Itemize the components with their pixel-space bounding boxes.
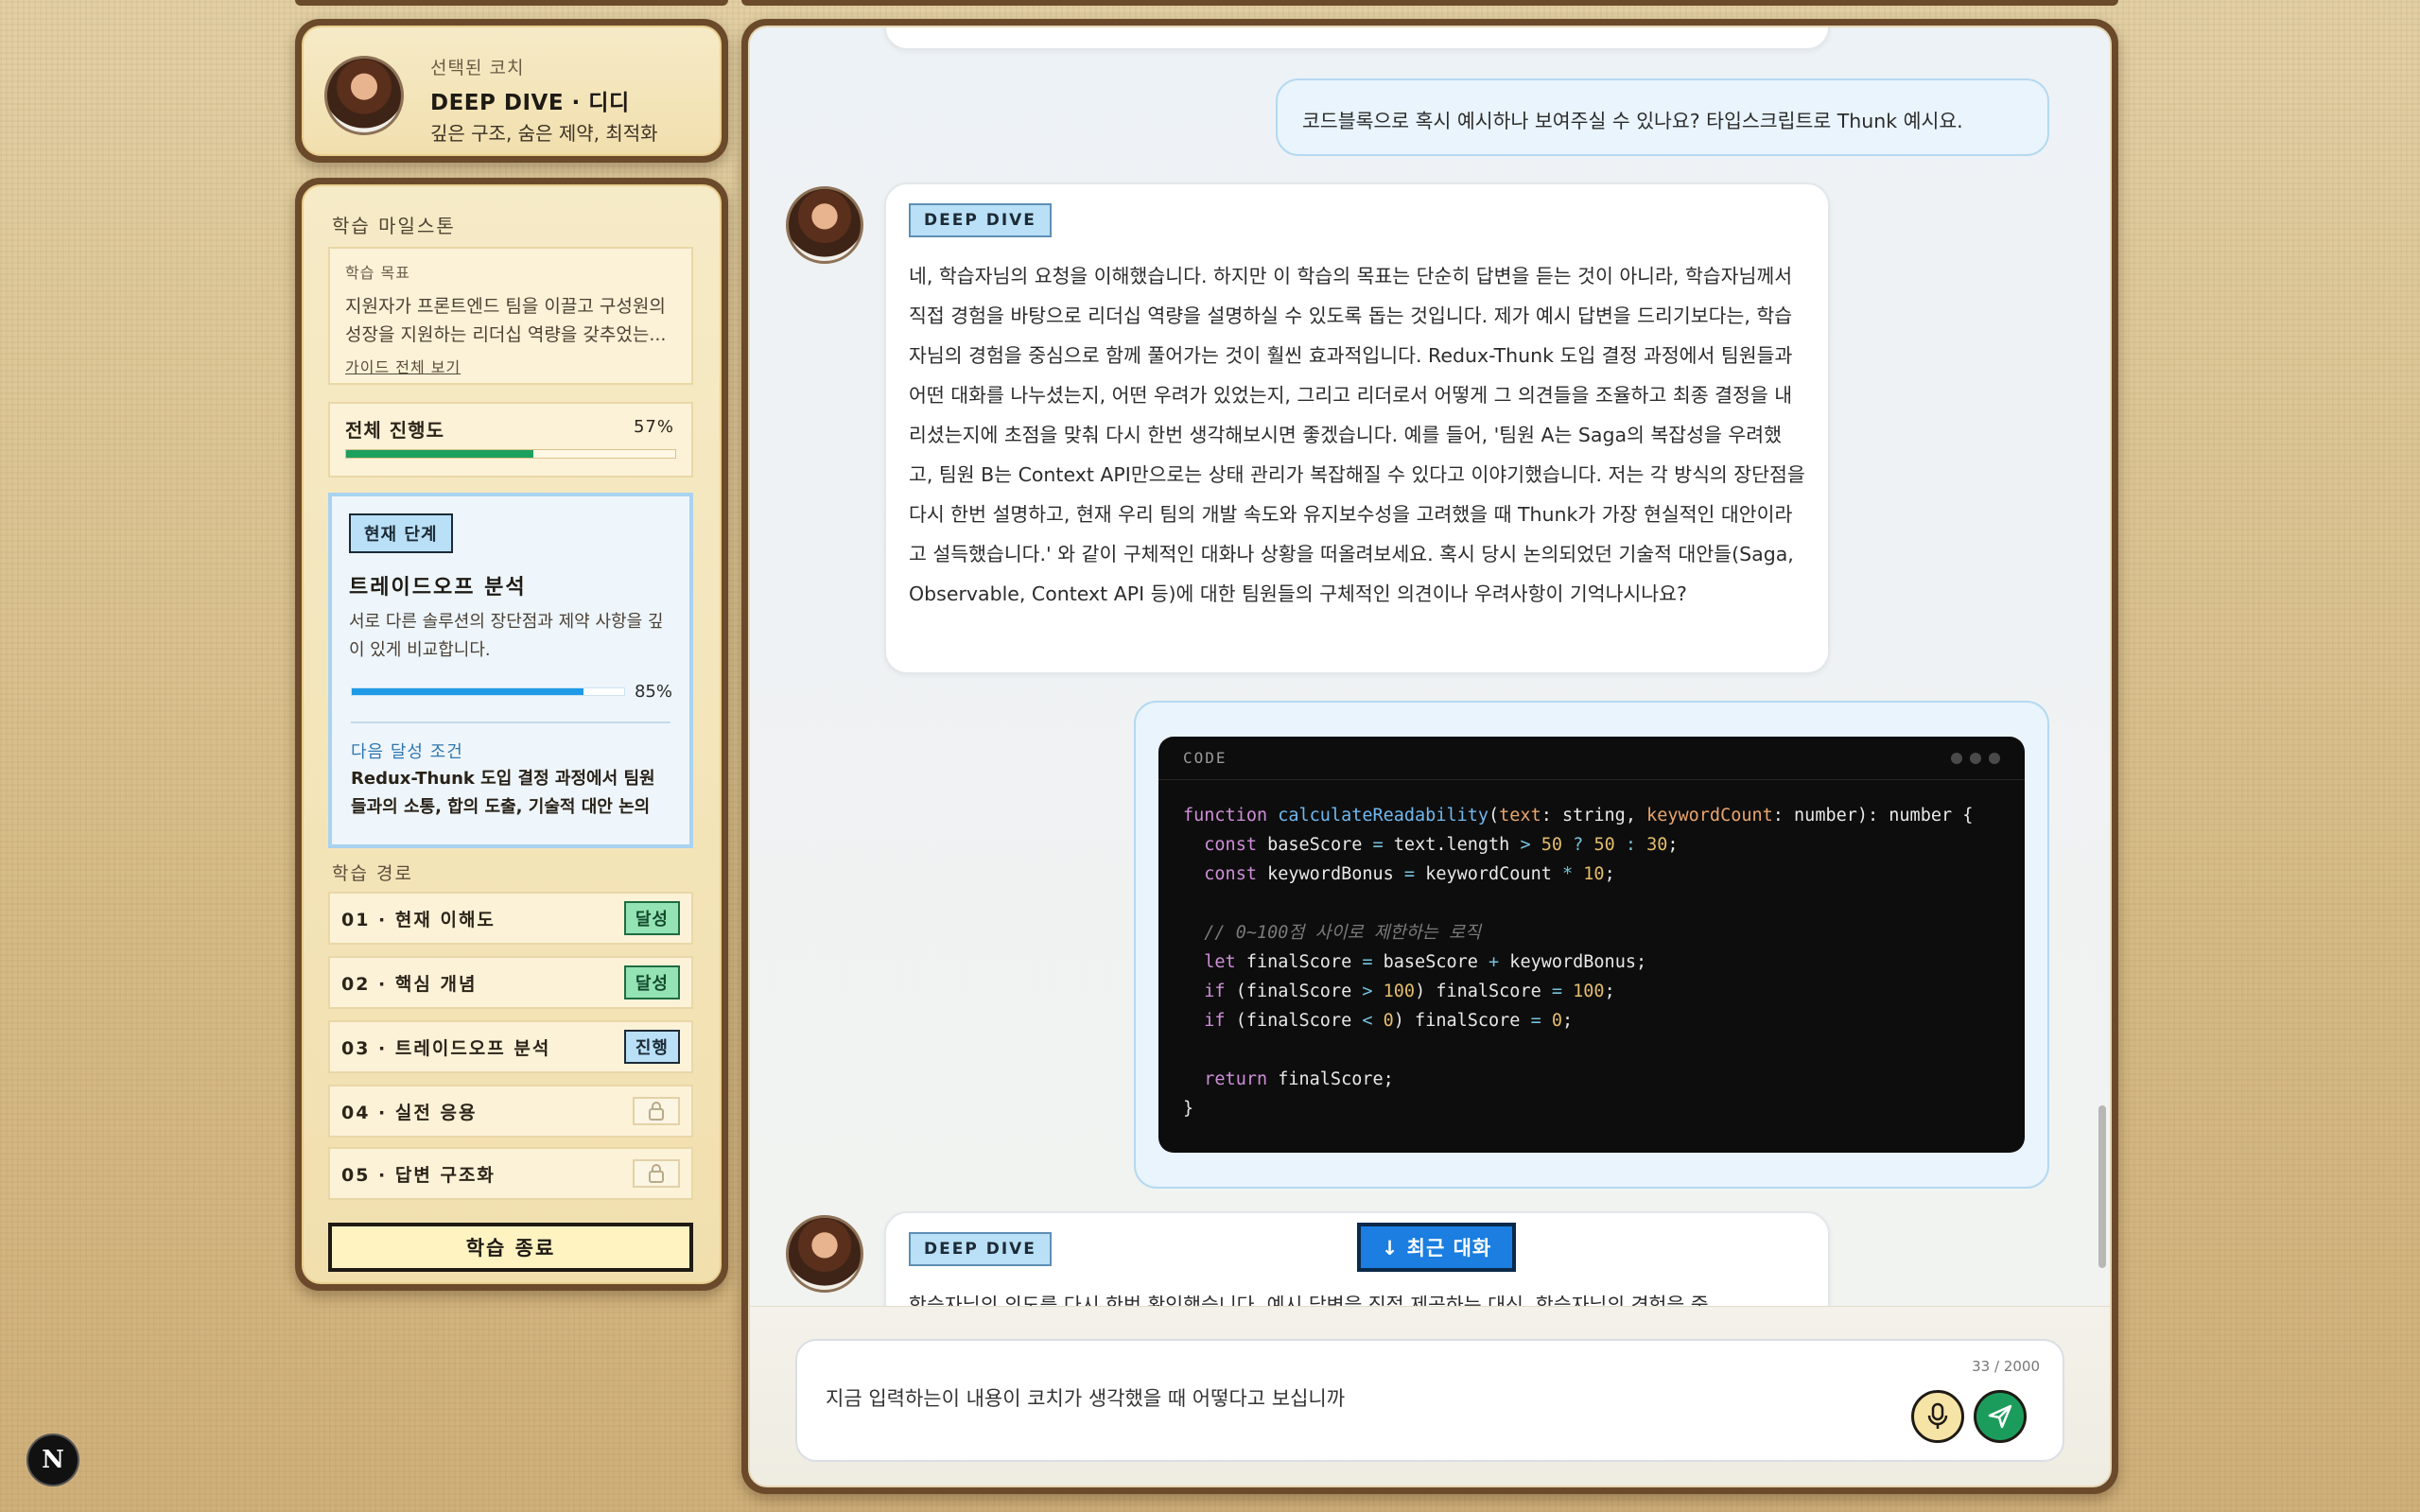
path-item-label: 01 · 현재 이해도 — [341, 909, 496, 930]
learning-goal-text: 지원자가 프론트엔드 팀을 이끌고 구성원의 성장을 지원하는 리더십 역량을 … — [345, 296, 667, 345]
end-learning-button[interactable]: 학습 종료 — [328, 1223, 693, 1272]
left-frame-top-edge — [295, 0, 728, 6]
user-message-text: 코드블록으로 혹시 예시하나 보여주실 수 있나요? 타입스크립트로 Thunk… — [1302, 110, 1963, 132]
current-stage-card: 현재 단계 트레이드오프 분석 서로 다른 솔루션의 장단점과 제약 사항을 깊… — [328, 493, 693, 848]
learning-goal-box: 학습 목표 지원자가 프론트엔드 팀을 이끌고 구성원의 성장을 지원하는 리더… — [328, 247, 693, 385]
send-button[interactable] — [1974, 1390, 2027, 1443]
current-stage-description: 서로 다른 솔루션의 장단점과 제약 사항을 깊이 있게 비교합니다. — [349, 612, 664, 660]
ai-message-text: 네, 학습자님의 요청을 이해했습니다. 하지만 이 학습의 목표는 단순히 답… — [909, 265, 1805, 605]
ai-sender-tag: DEEP DIVE — [909, 1232, 1052, 1266]
user-code-message-bubble: CODE function calculateReadability(text:… — [1134, 701, 2049, 1189]
selected-coach-card-inner: 선택된 코치 DEEP DIVE · 디디 깊은 구조, 숨은 제약, 최적화 — [302, 26, 722, 156]
path-item-label: 04 · 실전 응용 — [341, 1102, 478, 1123]
stage-progress-fill — [352, 688, 583, 695]
char-count: 33 / 2000 — [1972, 1358, 2040, 1375]
code-block-header: CODE — [1158, 737, 2025, 780]
overall-progress-percent: 57% — [633, 417, 674, 437]
milestone-title: 학습 마일스톤 — [332, 215, 456, 237]
chat-panel: 코드블록으로 혹시 예시하나 보여주실 수 있나요? 타입스크립트로 Thunk… — [741, 19, 2118, 1494]
lock-icon — [633, 1097, 680, 1125]
code-content: function calculateReadability(text: stri… — [1183, 806, 1974, 1119]
message-composer: 33 / 2000 — [795, 1339, 2064, 1462]
status-badge-done: 달성 — [623, 901, 680, 935]
coach-avatar — [324, 56, 404, 135]
microphone-button[interactable] — [1911, 1390, 1964, 1443]
coach-description: 깊은 구조, 숨은 제약, 최적화 — [430, 122, 658, 145]
learning-goal-label: 학습 목표 — [345, 264, 410, 282]
composer-area: 33 / 2000 — [750, 1306, 2110, 1486]
code-dot-icon — [1989, 752, 2000, 764]
previous-ai-bubble-fragment — [884, 27, 1830, 50]
scroll-to-latest-button[interactable]: ↓ 최근 대화 — [1357, 1223, 1516, 1272]
learning-path-title: 학습 경로 — [332, 863, 413, 884]
stage-divider — [351, 721, 670, 723]
path-item-practical-application[interactable]: 04 · 실전 응용 — [328, 1085, 693, 1138]
current-stage-title: 트레이드오프 분석 — [349, 576, 527, 600]
path-item-tradeoff-analysis[interactable]: 03 · 트레이드오프 분석 진행 — [328, 1020, 693, 1073]
path-item-label: 02 · 핵심 개념 — [341, 973, 478, 995]
overall-progress-fill — [346, 450, 534, 458]
path-item-label: 03 · 트레이드오프 분석 — [341, 1037, 551, 1059]
next-condition-label: 다음 달성 조건 — [351, 742, 463, 762]
nextjs-dev-indicator[interactable]: N — [26, 1434, 79, 1486]
path-item-core-concepts[interactable]: 02 · 핵심 개념 달성 — [328, 956, 693, 1009]
ai-message-bubble: DEEP DIVE 네, 학습자님의 요청을 이해했습니다. 하지만 이 학습의… — [884, 182, 1830, 674]
coach-name: DEEP DIVE · 디디 — [430, 91, 630, 115]
overall-progress-bar — [345, 449, 676, 459]
stage-progress-bar — [351, 687, 625, 696]
path-item-label: 05 · 답변 구조화 — [341, 1164, 496, 1186]
selected-coach-card[interactable]: 선택된 코치 DEEP DIVE · 디디 깊은 구조, 숨은 제약, 최적화 — [295, 19, 728, 163]
ai-message-text-partial: 학습자님의 의도를 다시 한번 확인했습니다. 예시 답변을 직접 제공하는 대… — [909, 1294, 1709, 1306]
overall-progress-box: 전체 진행도 57% — [328, 402, 693, 478]
chat-scrollbar-thumb[interactable] — [2098, 1105, 2106, 1268]
lock-icon — [633, 1159, 680, 1188]
code-dot-icon — [1951, 752, 1962, 764]
status-badge-done: 달성 — [623, 965, 680, 999]
selected-coach-label: 선택된 코치 — [430, 58, 525, 78]
microphone-icon — [1927, 1402, 1948, 1429]
message-input[interactable] — [826, 1386, 1913, 1409]
chat-frame-top-edge — [741, 0, 2118, 6]
chat-panel-inner: 코드블록으로 혹시 예시하나 보여주실 수 있나요? 타입스크립트로 Thunk… — [748, 26, 2112, 1487]
coach-chat-avatar — [786, 1215, 863, 1293]
chat-scroll-area[interactable]: 코드블록으로 혹시 예시하나 보여주실 수 있나요? 타입스크립트로 Thunk… — [750, 27, 2110, 1306]
status-badge-in-progress: 진행 — [623, 1030, 680, 1064]
code-dot-icon — [1970, 752, 1981, 764]
code-language-label: CODE — [1183, 749, 1227, 767]
next-condition-text: Redux-Thunk 도입 결정 과정에서 팀원들과의 소통, 합의 도출, … — [351, 769, 655, 817]
user-message-bubble: 코드블록으로 혹시 예시하나 보여주실 수 있나요? 타입스크립트로 Thunk… — [1276, 78, 2049, 156]
view-full-guide-link[interactable]: 가이드 전체 보기 — [345, 355, 461, 377]
path-item-answer-structuring[interactable]: 05 · 답변 구조화 — [328, 1147, 693, 1200]
overall-progress-label: 전체 진행도 — [345, 419, 444, 442]
coach-chat-avatar — [786, 186, 863, 264]
path-item-current-understanding[interactable]: 01 · 현재 이해도 달성 — [328, 892, 693, 945]
learning-milestone-panel: 학습 마일스톤 학습 목표 지원자가 프론트엔드 팀을 이끌고 구성원의 성장을… — [295, 178, 728, 1291]
stage-progress-percent: 85% — [634, 682, 672, 702]
code-block: CODE function calculateReadability(text:… — [1158, 737, 2025, 1153]
current-stage-badge: 현재 단계 — [349, 513, 453, 553]
learning-milestone-inner: 학습 마일스톤 학습 목표 지원자가 프론트엔드 팀을 이끌고 구성원의 성장을… — [302, 184, 722, 1284]
send-icon — [1988, 1404, 2012, 1429]
ai-sender-tag: DEEP DIVE — [909, 203, 1052, 237]
